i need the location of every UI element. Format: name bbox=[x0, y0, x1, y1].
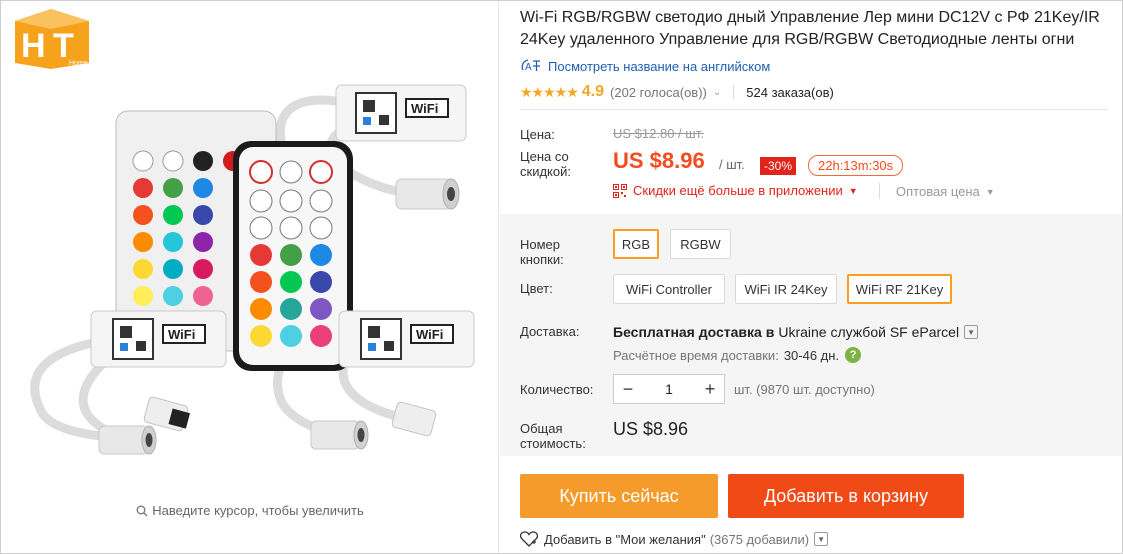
caret-down-icon: ▼ bbox=[848, 185, 858, 196]
store-logo-text: Home bbox=[69, 60, 88, 67]
wishlist-text: Добавить в "Мои желания" bbox=[544, 531, 706, 547]
magnifier-icon bbox=[136, 505, 148, 520]
svg-text:WiFi: WiFi bbox=[168, 327, 195, 342]
chevron-down-icon[interactable]: ▼ bbox=[814, 532, 829, 546]
option-wifi-controller[interactable]: WiFi Controller bbox=[613, 274, 725, 304]
qr-code-icon bbox=[613, 183, 627, 198]
wishlist-link[interactable]: Добавить в "Мои желания" (3675 добавили)… bbox=[520, 531, 829, 547]
original-price: US $12.80 / шт. bbox=[613, 126, 704, 141]
zoom-hint-text: Наведите курсор, чтобы увеличить bbox=[152, 503, 364, 518]
minus-icon[interactable]: − bbox=[614, 375, 642, 403]
quantity-stepper: − 1 + bbox=[613, 374, 725, 404]
price-label: Цена: bbox=[520, 127, 555, 142]
chevron-down-icon[interactable]: ▼ bbox=[964, 325, 979, 339]
wholesale-price-link[interactable]: Оптовая цена ▼ bbox=[896, 184, 995, 199]
delivery-estimate: Расчётное время доставки: 30-46 дн. ? bbox=[613, 347, 862, 363]
delivery-time-label: Расчётное время доставки: bbox=[613, 347, 779, 363]
divider bbox=[733, 85, 735, 99]
delivery-time-value: 30-46 дн. bbox=[783, 347, 840, 363]
product-info: Wi-Fi RGB/RGBW светодио дный Управление … bbox=[500, 1, 1122, 553]
product-image[interactable]: WiFi WiFi WiFi bbox=[11, 71, 489, 491]
svg-text:A: A bbox=[525, 62, 532, 73]
orders-count: 524 заказа(ов) bbox=[746, 84, 834, 100]
option-wifi-ir-24key[interactable]: WiFi IR 24Key bbox=[735, 274, 837, 304]
heart-icon bbox=[520, 531, 538, 547]
quantity-label: Количество: bbox=[520, 382, 594, 397]
product-gallery: H T Home WiFi WiFi WiFi Наведите курсор,… bbox=[1, 1, 499, 553]
stock-available: шт. (9870 шт. доступно) bbox=[734, 382, 875, 397]
svg-text:WiFi: WiFi bbox=[411, 101, 438, 116]
product-title: Wi-Fi RGB/RGBW светодио дный Управление … bbox=[520, 9, 1100, 48]
total-label: Общая стоимость: bbox=[520, 421, 586, 451]
divider bbox=[879, 183, 880, 199]
button-count-label: Номер кнопки: bbox=[520, 237, 564, 267]
caret-down-icon: ▼ bbox=[985, 186, 995, 197]
translate-link[interactable]: A Посмотреть название на английском bbox=[520, 58, 770, 74]
help-icon[interactable]: ? bbox=[845, 347, 862, 363]
free-shipping-text: Бесплатная доставка в bbox=[613, 324, 775, 340]
option-rgb[interactable]: RGB bbox=[613, 229, 659, 259]
price-unit: / шт. bbox=[719, 157, 745, 172]
shipping-destination: Ukraine службой SF eParcel bbox=[778, 324, 960, 340]
quantity-input[interactable]: 1 bbox=[642, 381, 696, 397]
countdown-timer: 22h:13m:30s bbox=[808, 155, 904, 176]
discount-badge: -30% bbox=[760, 157, 797, 175]
zoom-hint: Наведите курсор, чтобы увеличить bbox=[1, 503, 499, 520]
store-logo: H T Home bbox=[15, 9, 89, 69]
svg-text:WiFi: WiFi bbox=[416, 327, 443, 342]
plus-icon[interactable]: + bbox=[696, 375, 724, 403]
translate-link-text: Посмотреть название на английском bbox=[548, 59, 771, 74]
shipping-method[interactable]: Бесплатная доставка в Ukraine службой SF… bbox=[613, 324, 979, 340]
svg-text:H: H bbox=[21, 27, 46, 65]
buy-now-button[interactable]: Купить сейчас bbox=[520, 474, 718, 518]
wholesale-price-text: Оптовая цена bbox=[896, 184, 980, 199]
wishlist-count: (3675 добавили) bbox=[709, 531, 810, 547]
translate-icon: A bbox=[521, 59, 540, 73]
rating-row: ★★★★★ 4.9 (202 голоса(ов)) ⌄ 524 заказа(… bbox=[520, 81, 834, 103]
reviews-link[interactable]: (202 голоса(ов)) bbox=[610, 85, 707, 100]
discount-price-label: Цена со скидкой: bbox=[520, 149, 571, 179]
app-promo-text: Скидки ещё больше в приложении bbox=[633, 183, 843, 198]
option-rgbw[interactable]: RGBW bbox=[670, 229, 731, 259]
star-rating-icon: ★★★★★ bbox=[520, 83, 579, 100]
shipping-label: Доставка: bbox=[520, 324, 580, 339]
chevron-down-icon[interactable]: ⌄ bbox=[713, 87, 721, 98]
app-promo-link[interactable]: Скидки ещё больше в приложении ▼ bbox=[613, 183, 858, 198]
divider bbox=[520, 109, 1108, 110]
rating-value: 4.9 bbox=[581, 83, 605, 100]
current-price: US $8.96 bbox=[613, 148, 705, 173]
total-price: US $8.96 bbox=[613, 419, 689, 439]
add-to-cart-button[interactable]: Добавить в корзину bbox=[728, 474, 964, 518]
color-label: Цвет: bbox=[520, 281, 553, 296]
option-wifi-rf-21key[interactable]: WiFi RF 21Key bbox=[847, 274, 952, 304]
